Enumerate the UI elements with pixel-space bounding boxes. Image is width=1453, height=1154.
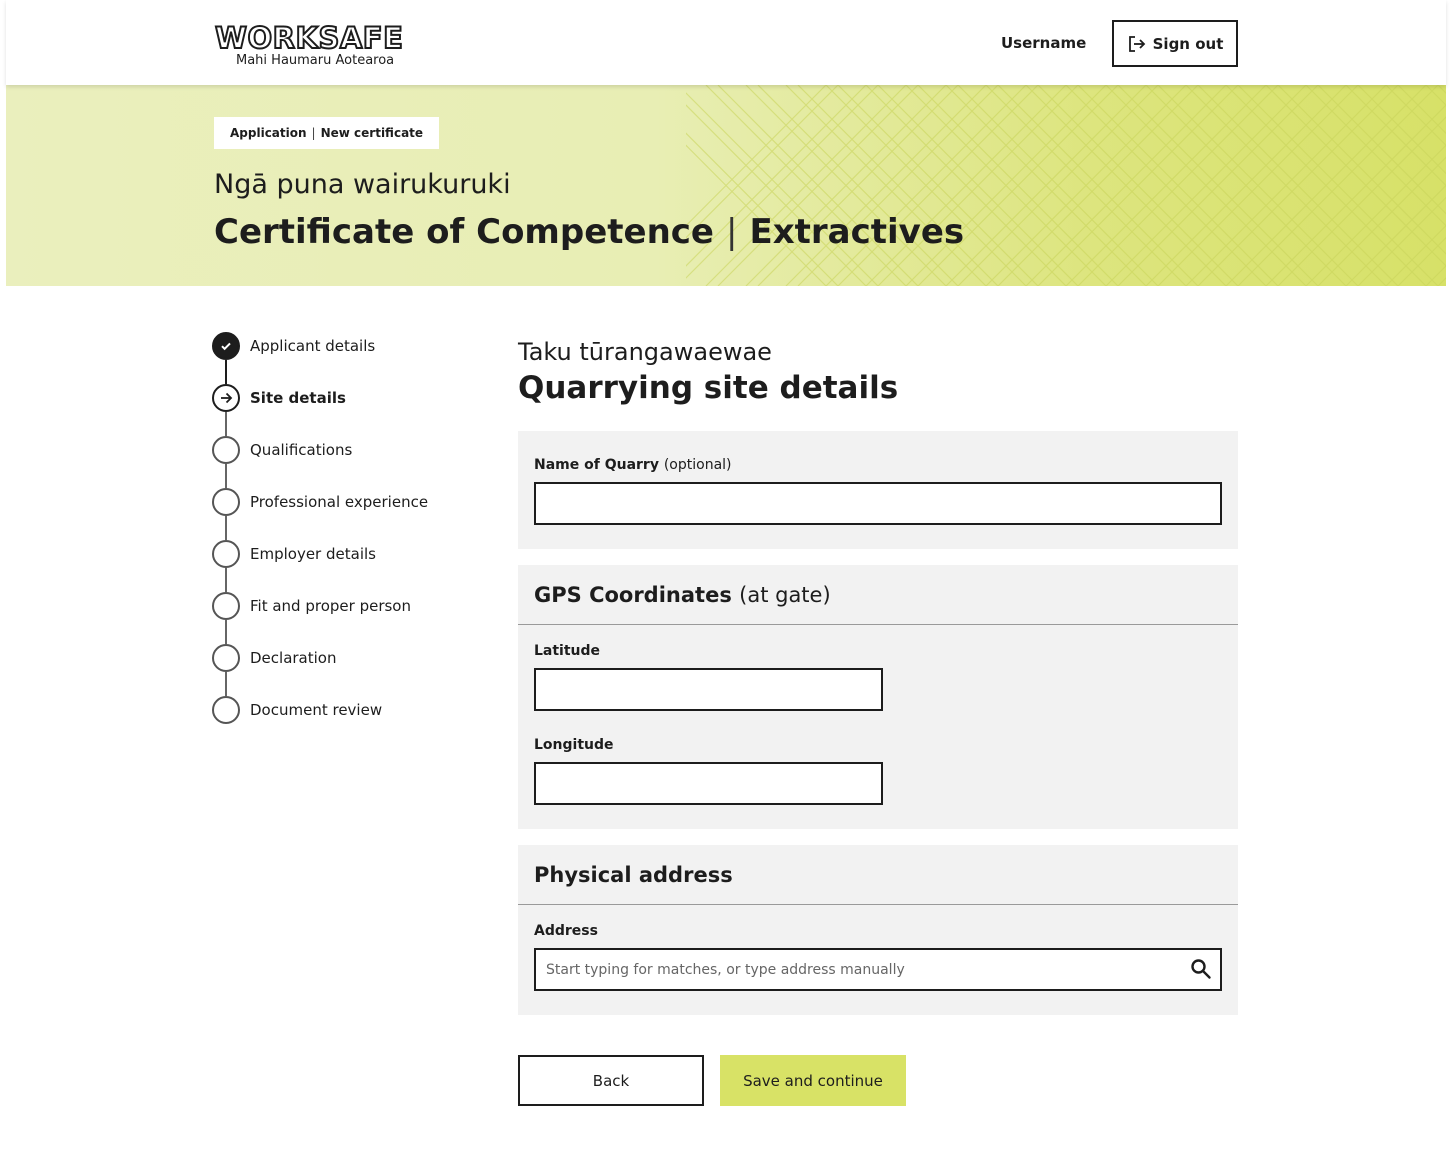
step-label: Document review <box>250 701 383 719</box>
step-pending-marker <box>212 644 240 672</box>
hero-banner: Application | New certificate Ngā puna w… <box>6 85 1446 286</box>
step-applicant-details[interactable]: Applicant details <box>212 332 492 384</box>
step-pending-marker <box>212 436 240 464</box>
step-pending-marker <box>212 696 240 724</box>
breadcrumb: Application | New certificate <box>214 117 440 149</box>
sign-out-icon <box>1128 35 1145 52</box>
step-pending-marker <box>212 592 240 620</box>
gps-coordinates-panel: GPS Coordinates (at gate) Latitude Longi… <box>518 565 1238 829</box>
longitude-label: Longitude <box>534 737 614 753</box>
step-connector <box>225 516 227 540</box>
step-document-review: Document review <box>212 696 492 748</box>
step-label: Fit and proper person <box>250 597 411 615</box>
optional-hint: (optional) <box>663 457 732 473</box>
step-qualifications: Qualifications <box>212 436 492 488</box>
page-title-secondary: Extractives <box>749 212 965 252</box>
step-site-details[interactable]: Site details <box>212 384 492 436</box>
breadcrumb-separator: | <box>311 126 316 140</box>
step-pending-marker <box>212 488 240 516</box>
section-subtitle: Taku tūrangawaewae <box>518 338 772 366</box>
step-pending-marker <box>212 540 240 568</box>
logo-subtext: Mahi Haumaru Aotearoa <box>236 53 395 68</box>
step-employer-details: Employer details <box>212 540 492 592</box>
progress-stepper: Applicant details Site details Qualifica… <box>212 332 492 748</box>
longitude-input[interactable] <box>534 762 883 805</box>
step-connector <box>225 360 227 384</box>
step-fit-and-proper-person: Fit and proper person <box>212 592 492 644</box>
site-header: WORKSAFE Mahi Haumaru Aotearoa Username … <box>6 0 1446 85</box>
gps-heading: GPS Coordinates (at gate) <box>534 582 831 608</box>
section-title: Quarrying site details <box>518 370 899 406</box>
breadcrumb-item-new-certificate: New certificate <box>320 126 424 140</box>
step-connector <box>225 672 227 696</box>
address-label: Address <box>534 923 598 939</box>
step-connector <box>225 464 227 488</box>
quarry-name-input[interactable] <box>534 482 1222 525</box>
address-search-input[interactable] <box>534 948 1222 991</box>
step-label: Employer details <box>250 545 376 563</box>
logo-wordmark: WORKSAFE <box>214 21 404 55</box>
sign-out-button[interactable]: Sign out <box>1112 20 1238 67</box>
latitude-label: Latitude <box>534 643 601 659</box>
panel-divider <box>518 904 1238 905</box>
check-icon <box>221 342 231 351</box>
arrow-right-icon <box>221 392 233 404</box>
quarry-name-label-text: Name of Quarry <box>534 457 659 473</box>
step-label: Professional experience <box>250 493 429 511</box>
step-label: Qualifications <box>250 441 353 459</box>
page-title: Certificate of Competence | Extractives <box>214 211 964 253</box>
step-complete-marker <box>212 332 240 360</box>
search-icon[interactable] <box>1190 958 1212 980</box>
step-label: Declaration <box>250 649 337 667</box>
hero-pattern-decoration <box>686 85 1446 286</box>
hero-subtitle: Ngā puna wairukuruki <box>214 169 511 200</box>
step-connector <box>225 568 227 592</box>
address-search-wrapper <box>534 948 1222 991</box>
gps-heading-note: (at gate) <box>739 583 831 607</box>
step-label: Site details <box>250 389 346 407</box>
step-professional-experience: Professional experience <box>212 488 492 540</box>
step-current-marker <box>212 384 240 412</box>
back-button[interactable]: Back <box>518 1055 704 1106</box>
worksafe-logo[interactable]: WORKSAFE Mahi Haumaru Aotearoa <box>214 21 425 69</box>
save-and-continue-button[interactable]: Save and continue <box>720 1055 906 1106</box>
latitude-input[interactable] <box>534 668 883 711</box>
breadcrumb-item-application[interactable]: Application <box>230 126 307 140</box>
gps-heading-text: GPS Coordinates <box>534 583 732 607</box>
step-label: Applicant details <box>250 337 376 355</box>
page-title-main: Certificate of Competence <box>214 212 714 252</box>
sign-out-label: Sign out <box>1152 34 1224 53</box>
quarry-name-label: Name of Quarry (optional) <box>534 456 732 474</box>
quarry-name-panel: Name of Quarry (optional) <box>518 431 1238 549</box>
step-connector <box>225 412 227 436</box>
username-label: Username <box>1001 34 1087 52</box>
panel-divider <box>518 624 1238 625</box>
title-separator: | <box>726 212 738 252</box>
physical-address-panel: Physical address Address <box>518 845 1238 1015</box>
step-declaration: Declaration <box>212 644 492 696</box>
step-connector <box>225 620 227 644</box>
physical-address-heading: Physical address <box>534 863 733 887</box>
